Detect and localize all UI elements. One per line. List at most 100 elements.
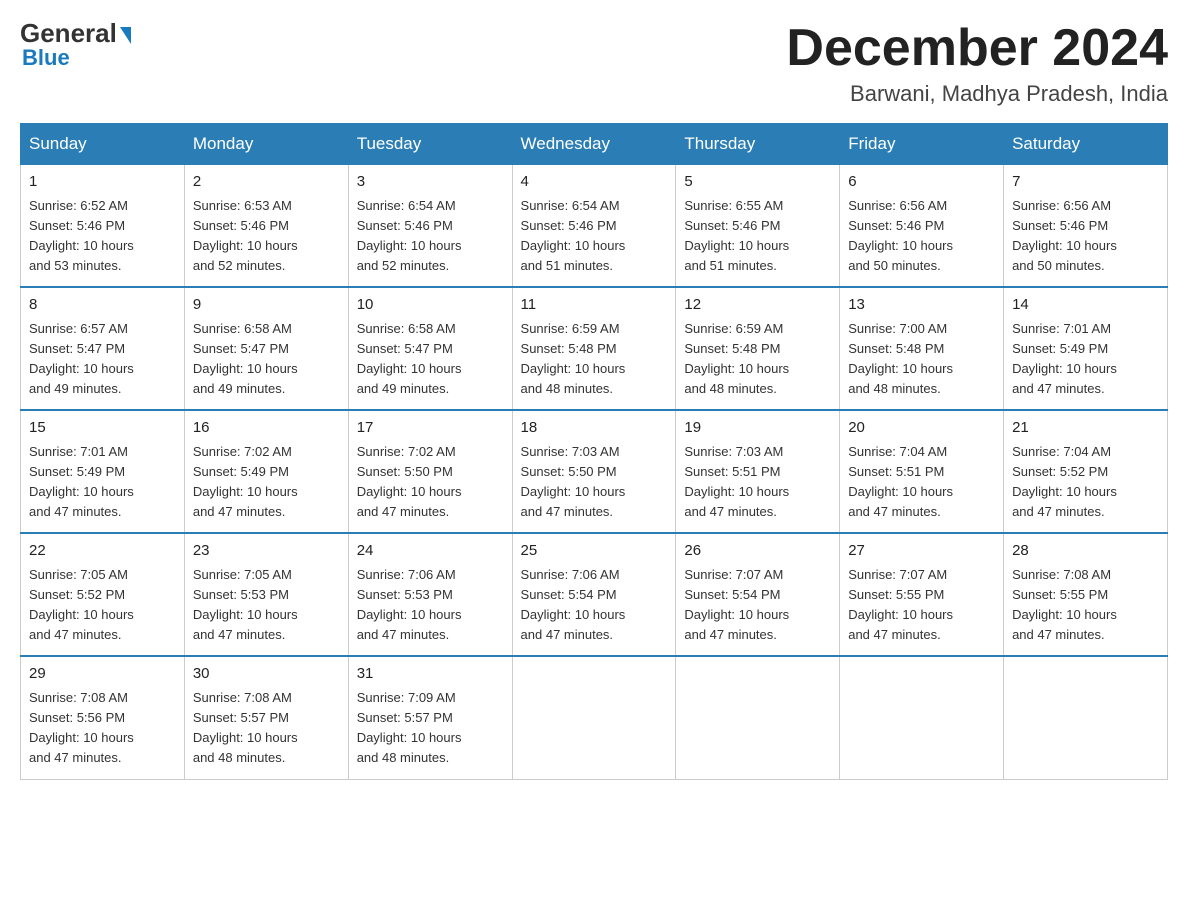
day-number: 4 <box>521 171 668 194</box>
day-info: Sunrise: 7:02 AMSunset: 5:50 PMDaylight:… <box>357 444 462 519</box>
day-info: Sunrise: 6:56 AMSunset: 5:46 PMDaylight:… <box>848 198 953 273</box>
day-info: Sunrise: 6:57 AMSunset: 5:47 PMDaylight:… <box>29 321 134 396</box>
day-info: Sunrise: 7:03 AMSunset: 5:50 PMDaylight:… <box>521 444 626 519</box>
calendar-cell: 17 Sunrise: 7:02 AMSunset: 5:50 PMDayligh… <box>348 410 512 533</box>
day-number: 3 <box>357 171 504 194</box>
day-info: Sunrise: 7:05 AMSunset: 5:52 PMDaylight:… <box>29 567 134 642</box>
calendar-cell <box>1004 656 1168 779</box>
day-info: Sunrise: 6:53 AMSunset: 5:46 PMDaylight:… <box>193 198 298 273</box>
day-number: 11 <box>521 294 668 317</box>
calendar-cell: 28 Sunrise: 7:08 AMSunset: 5:55 PMDayligh… <box>1004 533 1168 656</box>
day-number: 24 <box>357 540 504 563</box>
day-info: Sunrise: 7:00 AMSunset: 5:48 PMDaylight:… <box>848 321 953 396</box>
day-number: 10 <box>357 294 504 317</box>
title-area: December 2024 Barwani, Madhya Pradesh, I… <box>786 20 1168 107</box>
day-info: Sunrise: 7:06 AMSunset: 5:53 PMDaylight:… <box>357 567 462 642</box>
day-info: Sunrise: 7:05 AMSunset: 5:53 PMDaylight:… <box>193 567 298 642</box>
calendar-cell <box>512 656 676 779</box>
logo-main: General <box>20 20 131 47</box>
day-info: Sunrise: 6:54 AMSunset: 5:46 PMDaylight:… <box>521 198 626 273</box>
day-number: 6 <box>848 171 995 194</box>
calendar-cell: 19 Sunrise: 7:03 AMSunset: 5:51 PMDayligh… <box>676 410 840 533</box>
day-info: Sunrise: 7:04 AMSunset: 5:51 PMDaylight:… <box>848 444 953 519</box>
day-info: Sunrise: 7:07 AMSunset: 5:54 PMDaylight:… <box>684 567 789 642</box>
day-number: 28 <box>1012 540 1159 563</box>
day-number: 26 <box>684 540 831 563</box>
calendar-cell: 3Sunrise: 6:54 AMSunset: 5:46 PMDaylight… <box>348 165 512 288</box>
day-info: Sunrise: 6:58 AMSunset: 5:47 PMDaylight:… <box>357 321 462 396</box>
day-number: 2 <box>193 171 340 194</box>
calendar-cell: 4 Sunrise: 6:54 AMSunset: 5:46 PMDaylight… <box>512 165 676 288</box>
day-number: 21 <box>1012 417 1159 440</box>
calendar-cell: 1 Sunrise: 6:52 AMSunset: 5:46 PMDaylight… <box>21 165 185 288</box>
day-info: Sunrise: 7:09 AMSunset: 5:57 PMDaylight:… <box>357 690 462 765</box>
day-number: 15 <box>29 417 176 440</box>
day-info: Sunrise: 7:03 AMSunset: 5:51 PMDaylight:… <box>684 444 789 519</box>
calendar-cell: 24 Sunrise: 7:06 AMSunset: 5:53 PMDayligh… <box>348 533 512 656</box>
calendar-cell: 15 Sunrise: 7:01 AMSunset: 5:49 PMDayligh… <box>21 410 185 533</box>
week-row-5: 29Sunrise: 7:08 AMSunset: 5:56 PMDayligh… <box>21 656 1168 779</box>
calendar-cell: 10 Sunrise: 6:58 AMSunset: 5:47 PMDayligh… <box>348 287 512 410</box>
calendar-cell: 31Sunrise: 7:09 AMSunset: 5:57 PMDayligh… <box>348 656 512 779</box>
calendar-title: December 2024 <box>786 20 1168 77</box>
calendar-cell: 29Sunrise: 7:08 AMSunset: 5:56 PMDayligh… <box>21 656 185 779</box>
calendar-cell: 26 Sunrise: 7:07 AMSunset: 5:54 PMDayligh… <box>676 533 840 656</box>
day-number: 20 <box>848 417 995 440</box>
day-number: 9 <box>193 294 340 317</box>
calendar-cell: 16 Sunrise: 7:02 AMSunset: 5:49 PMDayligh… <box>184 410 348 533</box>
week-row-3: 15 Sunrise: 7:01 AMSunset: 5:49 PMDayligh… <box>21 410 1168 533</box>
day-number: 1 <box>29 171 176 194</box>
day-info: Sunrise: 6:52 AMSunset: 5:46 PMDaylight:… <box>29 198 134 273</box>
calendar-cell: 13 Sunrise: 7:00 AMSunset: 5:48 PMDayligh… <box>840 287 1004 410</box>
calendar-header-row: Sunday Monday Tuesday Wednesday Thursday… <box>21 124 1168 165</box>
day-number: 7 <box>1012 171 1159 194</box>
day-number: 25 <box>521 540 668 563</box>
calendar-cell: 23 Sunrise: 7:05 AMSunset: 5:53 PMDayligh… <box>184 533 348 656</box>
day-info: Sunrise: 7:01 AMSunset: 5:49 PMDaylight:… <box>1012 321 1117 396</box>
day-info: Sunrise: 7:07 AMSunset: 5:55 PMDaylight:… <box>848 567 953 642</box>
day-number: 19 <box>684 417 831 440</box>
calendar-cell <box>676 656 840 779</box>
calendar-cell: 14 Sunrise: 7:01 AMSunset: 5:49 PMDayligh… <box>1004 287 1168 410</box>
day-number: 13 <box>848 294 995 317</box>
calendar-cell: 7Sunrise: 6:56 AMSunset: 5:46 PMDaylight… <box>1004 165 1168 288</box>
calendar-cell: 20 Sunrise: 7:04 AMSunset: 5:51 PMDayligh… <box>840 410 1004 533</box>
calendar-cell: 2 Sunrise: 6:53 AMSunset: 5:46 PMDaylight… <box>184 165 348 288</box>
header-sunday: Sunday <box>21 124 185 165</box>
calendar-cell: 8 Sunrise: 6:57 AMSunset: 5:47 PMDaylight… <box>21 287 185 410</box>
logo-blue: Blue <box>22 45 70 71</box>
calendar-cell: 5Sunrise: 6:55 AMSunset: 5:46 PMDaylight… <box>676 165 840 288</box>
header-thursday: Thursday <box>676 124 840 165</box>
calendar-cell: 30Sunrise: 7:08 AMSunset: 5:57 PMDayligh… <box>184 656 348 779</box>
calendar-cell: 25 Sunrise: 7:06 AMSunset: 5:54 PMDayligh… <box>512 533 676 656</box>
header-friday: Friday <box>840 124 1004 165</box>
week-row-4: 22Sunrise: 7:05 AMSunset: 5:52 PMDayligh… <box>21 533 1168 656</box>
day-info: Sunrise: 6:55 AMSunset: 5:46 PMDaylight:… <box>684 198 789 273</box>
day-number: 8 <box>29 294 176 317</box>
calendar-cell: 6 Sunrise: 6:56 AMSunset: 5:46 PMDaylight… <box>840 165 1004 288</box>
day-number: 27 <box>848 540 995 563</box>
day-info: Sunrise: 7:08 AMSunset: 5:57 PMDaylight:… <box>193 690 298 765</box>
calendar-table: Sunday Monday Tuesday Wednesday Thursday… <box>20 123 1168 779</box>
day-number: 16 <box>193 417 340 440</box>
calendar-cell: 22Sunrise: 7:05 AMSunset: 5:52 PMDayligh… <box>21 533 185 656</box>
day-number: 23 <box>193 540 340 563</box>
day-number: 12 <box>684 294 831 317</box>
header-tuesday: Tuesday <box>348 124 512 165</box>
week-row-2: 8 Sunrise: 6:57 AMSunset: 5:47 PMDaylight… <box>21 287 1168 410</box>
calendar-cell: 27 Sunrise: 7:07 AMSunset: 5:55 PMDayligh… <box>840 533 1004 656</box>
day-info: Sunrise: 7:02 AMSunset: 5:49 PMDaylight:… <box>193 444 298 519</box>
calendar-cell: 11Sunrise: 6:59 AMSunset: 5:48 PMDayligh… <box>512 287 676 410</box>
calendar-cell: 21 Sunrise: 7:04 AMSunset: 5:52 PMDayligh… <box>1004 410 1168 533</box>
calendar-cell: 12Sunrise: 6:59 AMSunset: 5:48 PMDayligh… <box>676 287 840 410</box>
day-number: 14 <box>1012 294 1159 317</box>
logo-general: General <box>20 18 131 48</box>
day-info: Sunrise: 7:04 AMSunset: 5:52 PMDaylight:… <box>1012 444 1117 519</box>
week-row-1: 1 Sunrise: 6:52 AMSunset: 5:46 PMDaylight… <box>21 165 1168 288</box>
day-number: 17 <box>357 417 504 440</box>
day-info: Sunrise: 6:58 AMSunset: 5:47 PMDaylight:… <box>193 321 298 396</box>
day-info: Sunrise: 7:06 AMSunset: 5:54 PMDaylight:… <box>521 567 626 642</box>
day-info: Sunrise: 7:01 AMSunset: 5:49 PMDaylight:… <box>29 444 134 519</box>
calendar-cell <box>840 656 1004 779</box>
day-info: Sunrise: 7:08 AMSunset: 5:55 PMDaylight:… <box>1012 567 1117 642</box>
